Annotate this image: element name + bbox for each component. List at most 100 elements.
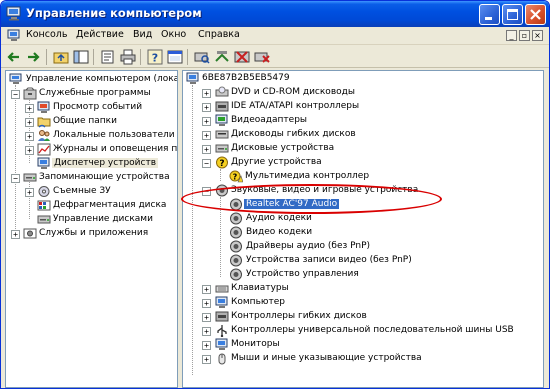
display-adapter-icon [215,114,228,126]
help-icon[interactable]: ? [147,49,163,65]
tree-item-realtek-audio[interactable]: Realtek AC'97 Audio [183,198,543,212]
tree-item-mice[interactable]: + Мыши и иные указывающие устройства [183,352,543,366]
collapse-icon[interactable]: − [202,187,211,196]
menu-window[interactable]: Окно [161,29,186,40]
expand-icon[interactable]: + [202,313,211,322]
removable-storage-icon [38,186,50,197]
tree-item-local-users[interactable]: + Локальные пользователи [6,129,177,143]
warning-device-icon: ? [229,170,243,183]
properties-icon[interactable] [100,49,116,65]
expand-icon[interactable]: + [202,89,211,98]
show-tree-icon[interactable] [73,49,89,65]
tree-item-media-control[interactable]: Устройство управления [183,268,543,282]
ide-controller-icon [215,101,229,112]
disable-icon[interactable] [234,49,250,65]
print-icon[interactable] [120,49,136,65]
speaker-icon [230,254,242,267]
tree-item-floppy-drives[interactable]: + Дисководы гибких дисков [183,128,543,142]
tree-item-usb-controllers[interactable]: + Контроллеры универсальной последовател… [183,324,543,338]
tree-item-keyboards[interactable]: + Клавиатуры [183,282,543,296]
tree-item-dvd[interactable]: + DVD и CD-ROM дисководы [183,86,543,100]
tree-item-removable-storage[interactable]: + Съемные ЗУ [6,185,177,199]
tree-item-multimedia-controller[interactable]: ? Мультимедиа контроллер [183,170,543,184]
expand-icon[interactable]: + [25,146,34,155]
expand-icon[interactable]: + [202,145,211,154]
tree-item-video-adapters[interactable]: + Видеоадаптеры [183,114,543,128]
toolbar-separator [140,49,141,65]
tree-item-device-manager[interactable]: Диспетчер устройств [6,157,177,171]
up-folder-icon[interactable] [53,49,69,65]
computer-management-icon [9,73,22,84]
expand-icon[interactable]: + [25,104,34,113]
collapse-icon[interactable]: − [11,174,20,183]
tree-item-computer-management[interactable]: Управление компьютером (локаль [6,73,177,87]
floppy-drive-icon [215,130,229,139]
tree-item-ide[interactable]: + IDE ATA/ATAPI контроллеры [183,100,543,114]
tree-item-disk-management[interactable]: Управление дисками [6,213,177,227]
services-icon [23,228,37,239]
usb-icon [217,325,227,337]
tree-item-computer[interactable]: + Компьютер [183,296,543,310]
tree-item-performance-logs[interactable]: + Журналы и оповещения пр [6,143,177,157]
scan-hardware-icon[interactable] [194,49,210,65]
update-driver-icon[interactable] [214,49,230,65]
tree-item-system-tools[interactable]: − Служебные программы [6,87,177,101]
expand-icon[interactable]: + [202,103,211,112]
event-viewer-icon [37,101,50,113]
close-button[interactable] [525,4,546,25]
collapse-icon[interactable]: − [11,90,20,99]
toolbar-separator [93,49,94,65]
tree-item-event-viewer[interactable]: + Просмотр событий [6,101,177,115]
menu-console[interactable]: Консоль [26,29,67,40]
maximize-button[interactable] [502,4,523,25]
shared-folder-icon [37,117,51,128]
tree-item-shared-folders[interactable]: + Общие папки [6,115,177,129]
uninstall-icon[interactable] [254,49,270,65]
tree-item-sound-video-game[interactable]: − Звуковые, видео и игровые устройства [183,184,543,198]
expand-icon[interactable]: + [25,118,34,127]
expand-icon[interactable]: + [202,131,211,140]
collapse-icon[interactable]: − [202,159,211,168]
expand-icon[interactable]: + [202,299,211,308]
tree-item-audio-codecs[interactable]: Аудио кодеки [183,212,543,226]
console-tree-pane[interactable]: Управление компьютером (локаль − Служебн… [5,70,178,388]
console-icon[interactable] [167,49,183,65]
menu-help[interactable]: Справка [198,29,240,40]
expand-icon[interactable]: + [25,132,34,141]
expand-icon[interactable]: + [202,117,211,126]
disk-management-icon [37,215,51,224]
mdi-restore-button[interactable]: ▫ [519,30,530,41]
minimize-button[interactable] [479,4,500,25]
mdi-close-button[interactable]: × [532,30,543,41]
tree-item-computer-root[interactable]: 6BE87B2B5EB5479 [183,72,543,86]
tree-item-other-devices[interactable]: − ? Другие устройства [183,156,543,170]
speaker-icon [230,226,242,239]
computer-icon [215,296,228,308]
menu-action[interactable]: Действие [76,29,124,40]
tree-item-disk-drives[interactable]: + Дисковые устройства [183,142,543,156]
unknown-device-icon: ? [216,156,228,169]
tree-item-legacy-video-capture[interactable]: Устройства записи видео (без PnP) [183,254,543,268]
forward-icon[interactable] [25,49,41,65]
tree-item-legacy-audio-drivers[interactable]: Драйверы аудио (без PnP) [183,240,543,254]
tree-item-video-codecs[interactable]: Видео кодеки [183,226,543,240]
tree-item-floppy-controllers[interactable]: + Контроллеры гибких дисков [183,310,543,324]
expand-icon[interactable]: + [202,341,211,350]
back-icon[interactable] [6,49,22,65]
tree-item-storage[interactable]: − Запоминающие устройства [6,171,177,185]
expand-icon[interactable]: + [25,188,34,197]
toolbar: ? [1,46,549,68]
expand-icon[interactable]: + [202,327,211,336]
tree-item-services-applications[interactable]: + Службы и приложения [6,227,177,241]
users-icon [38,130,50,141]
device-tree-pane[interactable]: 6BE87B2B5EB5479 + DVD и CD-ROM дисководы… [182,70,544,388]
console-menu-icon[interactable] [7,29,21,43]
tree-item-defragmenter[interactable]: Дефрагментация диска [6,199,177,213]
title-bar[interactable]: Управление компьютером [1,1,549,27]
expand-icon[interactable]: + [11,230,20,239]
expand-icon[interactable]: + [202,355,211,364]
tree-item-monitors[interactable]: + Мониторы [183,338,543,352]
mdi-minimize-button[interactable]: _ [506,30,517,41]
expand-icon[interactable]: + [202,285,211,294]
menu-view[interactable]: Вид [133,29,152,40]
